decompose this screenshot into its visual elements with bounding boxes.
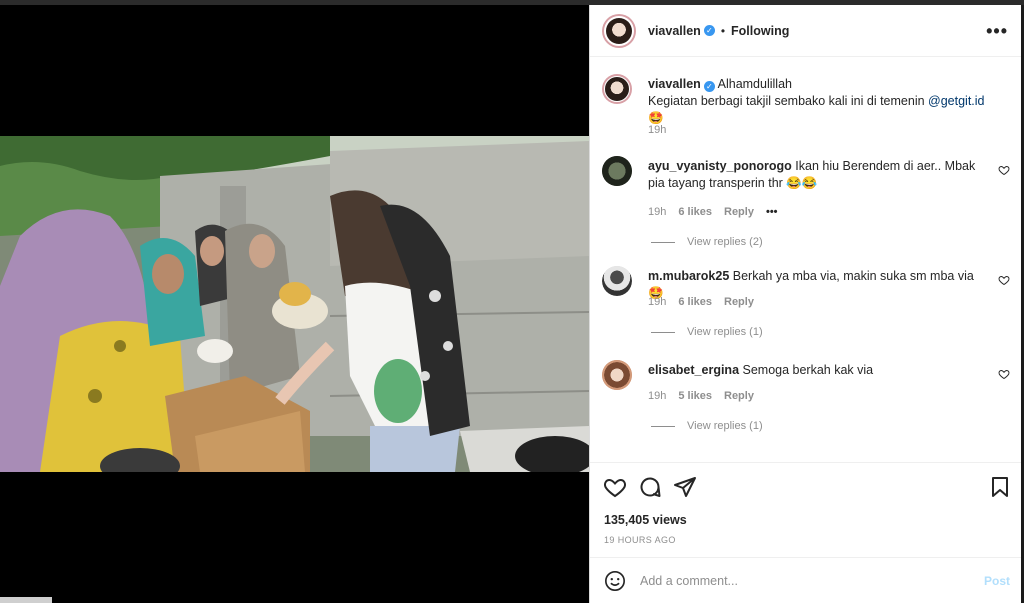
view-replies-label: View replies (2) xyxy=(687,236,763,248)
like-comment-heart-icon[interactable] xyxy=(998,274,1010,286)
caption-username[interactable]: viavallen xyxy=(648,77,701,91)
commenter-avatar-photo xyxy=(602,360,632,390)
comment-meta: 19h 5 likes Reply xyxy=(648,390,754,402)
views-count[interactable]: 135,405 views xyxy=(604,513,687,527)
avatar-face xyxy=(606,17,632,44)
horizontal-scrollbar[interactable] xyxy=(0,597,52,603)
comment-reply-button[interactable]: Reply xyxy=(724,206,754,218)
commenter-username[interactable]: elisabet_ergina xyxy=(648,363,739,377)
more-options-icon[interactable]: ••• xyxy=(986,21,1008,42)
instagram-post-modal: viavallen ✓ • Following ••• viavallen ✓ A… xyxy=(0,0,1024,603)
like-comment-heart-icon[interactable] xyxy=(998,164,1010,176)
comment-time[interactable]: 19h xyxy=(648,206,666,218)
post-timestamp[interactable]: 19 HOURS AGO xyxy=(604,535,676,545)
view-replies-label: View replies (1) xyxy=(687,326,763,338)
comment-likes[interactable]: 6 likes xyxy=(678,296,712,308)
caption-verified-icon: ✓ xyxy=(703,81,715,92)
view-replies-button[interactable]: View replies (1) xyxy=(651,420,763,432)
caption-meta: 19h xyxy=(648,124,666,136)
caption-line2: Kegiatan berbagi takjil sembako kali ini… xyxy=(648,94,929,108)
caption-time[interactable]: 19h xyxy=(648,124,666,136)
view-replies-line xyxy=(651,425,675,427)
caption-mention-link[interactable]: @getgit.id xyxy=(928,94,984,108)
comment-meta: 19h 6 likes Reply ••• xyxy=(648,206,778,218)
post-comment-button[interactable]: Post xyxy=(984,574,1010,588)
comment-meta: 19h 6 likes Reply xyxy=(648,296,754,308)
video-frame-illustration xyxy=(0,136,589,472)
view-replies-button[interactable]: View replies (2) xyxy=(651,236,763,248)
comment-reply-button[interactable]: Reply xyxy=(724,296,754,308)
emoji-smiley-icon[interactable] xyxy=(604,570,626,592)
view-replies-label: View replies (1) xyxy=(687,420,763,432)
author-username[interactable]: viavallen xyxy=(648,24,701,38)
like-heart-icon[interactable] xyxy=(603,475,627,499)
save-bookmark-icon[interactable] xyxy=(988,475,1012,499)
comment-body: Semoga berkah kak via xyxy=(742,363,874,377)
like-comment-heart-icon[interactable] xyxy=(998,368,1010,380)
avatar-photo xyxy=(604,15,634,46)
commenter-username[interactable]: m.mubarok25 xyxy=(648,269,729,283)
caption-text: viavallen ✓ Alhamdulillah Kegiatan berbag… xyxy=(648,76,988,127)
header-meta: viavallen ✓ • Following xyxy=(648,24,789,38)
commenter-username[interactable]: ayu_vyanisty_ponorogo xyxy=(648,159,792,173)
comment-row: m.mubarok25 Berkah ya mba via, makin suk… xyxy=(602,266,1010,352)
author-avatar[interactable] xyxy=(602,13,636,48)
caption-avatar-photo xyxy=(604,76,630,102)
caption-avatar[interactable] xyxy=(602,74,632,104)
comment-text: elisabet_ergina Semoga berkah kak via xyxy=(648,362,988,379)
comment-time[interactable]: 19h xyxy=(648,296,666,308)
post-video[interactable] xyxy=(0,136,589,472)
view-replies-line xyxy=(651,331,675,333)
post-header: viavallen ✓ • Following ••• xyxy=(590,5,1022,57)
post-actions: 135,405 views 19 HOURS AGO xyxy=(590,462,1022,557)
comments-list[interactable]: viavallen ✓ Alhamdulillah Kegiatan berbag… xyxy=(590,58,1022,462)
comment-text: ayu_vyanisty_ponorogo Ikan hiu Berendem … xyxy=(648,158,988,192)
caption-emoji: 🤩 xyxy=(648,111,664,125)
caption-row: viavallen ✓ Alhamdulillah Kegiatan berbag… xyxy=(602,74,1010,144)
comment-row: elisabet_ergina Semoga berkah kak via 19… xyxy=(602,360,1010,446)
commenter-avatar[interactable] xyxy=(602,360,632,390)
comment-more-options-icon[interactable]: ••• xyxy=(766,206,778,218)
comment-input[interactable] xyxy=(640,573,970,588)
following-button[interactable]: Following xyxy=(731,24,789,38)
comment-bubble-icon[interactable] xyxy=(638,475,662,499)
comment-likes[interactable]: 6 likes xyxy=(678,206,712,218)
caption-line1: Alhamdulillah xyxy=(717,77,792,91)
header-separator: • xyxy=(720,23,726,38)
commenter-avatar-photo xyxy=(602,156,632,186)
view-replies-button[interactable]: View replies (1) xyxy=(651,326,763,338)
comment-row: ayu_vyanisty_ponorogo Ikan hiu Berendem … xyxy=(602,156,1010,252)
comment-likes[interactable]: 5 likes xyxy=(678,390,712,402)
media-area xyxy=(0,5,589,603)
post-side-panel: viavallen ✓ • Following ••• viavallen ✓ A… xyxy=(589,5,1022,603)
view-replies-line xyxy=(651,241,675,243)
verified-badge-icon: ✓ xyxy=(703,25,715,36)
comment-time[interactable]: 19h xyxy=(648,390,666,402)
share-paper-plane-icon[interactable] xyxy=(673,475,697,499)
commenter-avatar-photo xyxy=(602,266,632,296)
commenter-avatar[interactable] xyxy=(602,156,632,186)
commenter-avatar[interactable] xyxy=(602,266,632,296)
comment-reply-button[interactable]: Reply xyxy=(724,390,754,402)
add-comment-bar: Post xyxy=(590,557,1022,603)
